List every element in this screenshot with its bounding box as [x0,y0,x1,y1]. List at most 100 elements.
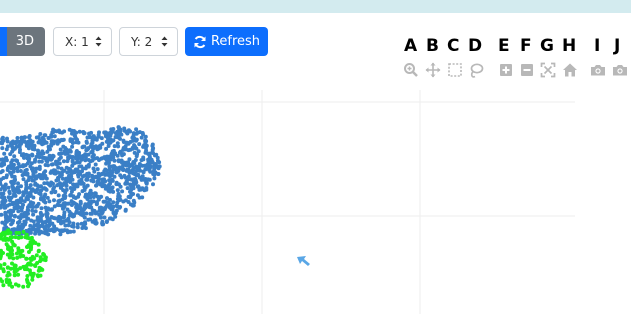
scatter-point [58,155,63,160]
scatter-point [24,152,29,157]
x-axis-select-value: X: 1 [65,34,89,49]
zoom-out-icon[interactable] [519,62,535,78]
scatter-point [151,169,156,174]
y-axis-select[interactable]: Y: 2 [119,27,178,56]
scatter-point [91,144,96,149]
scatter-point [23,220,28,225]
scatter-point [62,129,67,134]
scatter-point [44,140,49,145]
scatter-point [99,136,104,141]
scatter-point [34,253,39,258]
modebar-letter-f: F [520,36,532,56]
green-point-cluster [0,228,48,289]
scatter-point [7,209,12,214]
scatter-point [139,158,144,163]
scatter-point [2,262,7,267]
scatter-plot[interactable] [0,85,631,314]
refresh-button[interactable]: Refresh [185,27,268,56]
scatter-point [140,195,145,200]
scatter-point [22,163,27,168]
scatter-point [34,135,39,140]
scatter-point [17,219,22,224]
mode-3d-label: 3D [15,34,34,49]
scatter-point [88,159,93,164]
scatter-point [131,165,136,170]
scatter-point [128,190,133,194]
scatter-point [37,159,42,164]
scatter-point [98,145,103,150]
scatter-point [113,135,118,139]
lasso-select-icon[interactable] [468,62,484,78]
scatter-point [34,204,39,209]
scatter-point [126,174,131,179]
zoom-in-icon[interactable] [498,62,514,78]
scatter-point [36,219,41,224]
box-select-icon[interactable] [447,62,463,78]
reset-axes-icon[interactable] [562,62,578,78]
scatter-point [85,204,90,209]
scatter-point [71,229,76,234]
scatter-point [13,193,18,198]
scatter-point [53,189,58,194]
scatter-point [95,167,100,172]
zoom-icon[interactable] [403,62,419,78]
scatter-point [29,188,34,193]
scatter-point [70,170,75,175]
scatter-point [6,228,11,233]
scatter-point [141,132,145,137]
scatter-point [67,229,72,234]
scatter-point [112,144,117,149]
scatter-point [4,277,9,282]
scatter-point [49,190,54,195]
scatter-point [37,155,42,160]
scatter-point [61,159,66,164]
scatter-point [62,213,67,218]
scatter-point [51,154,56,159]
mode-3d-button[interactable]: 3D [0,27,45,56]
scatter-point [25,245,29,249]
scatter-point [29,175,34,180]
scatter-point [108,169,113,174]
scatter-point [15,251,19,256]
scatter-point [105,158,110,163]
x-axis-select[interactable]: X: 1 [53,27,112,56]
scatter-point [74,169,79,173]
scatter-point [5,273,10,278]
scatter-point [92,175,97,180]
scatter-point [52,228,57,233]
modebar-letter-c: C [447,36,460,56]
scatter-point [49,133,54,138]
scatter-point [104,220,109,224]
scatter-point [50,221,55,226]
scatter-point [110,185,115,190]
scatter-point [124,140,129,145]
scatter-point [24,172,29,177]
autoscale-icon[interactable] [540,62,556,78]
scatter-point [21,229,26,234]
scatter-point [138,187,143,192]
scatter-point [0,194,5,198]
camera-icon[interactable] [612,62,628,78]
scatter-point [109,131,114,136]
scatter-point [45,149,50,154]
scatter-point [115,188,120,193]
camera-icon[interactable] [590,62,606,78]
scatter-point [18,169,23,173]
scatter-point [2,151,7,156]
scatter-point [75,182,80,187]
scatter-point [102,169,107,174]
scatter-point [2,162,7,167]
scatter-point [51,162,55,167]
scatter-point [49,143,54,148]
scatter-point [45,231,50,236]
scatter-point [27,135,31,140]
scatter-point [20,173,25,178]
scatter-point [42,170,46,175]
scatter-point [150,142,155,147]
scatter-point [99,211,104,216]
scatter-point [135,165,140,170]
scatter-point [84,148,89,153]
scatter-point [82,188,87,192]
scatter-point [69,213,74,218]
pan-icon[interactable] [425,62,441,78]
